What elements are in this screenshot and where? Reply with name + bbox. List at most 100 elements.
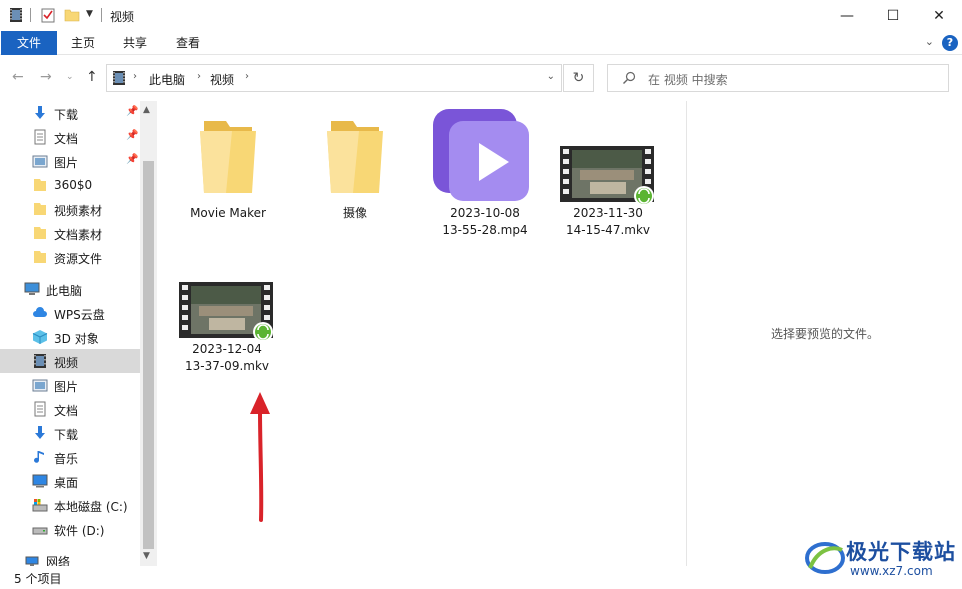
annotation-arrow-icon	[250, 392, 270, 522]
preview-pane: 选择要预览的文件。	[686, 101, 962, 566]
sidebar-item-label: 图片	[54, 380, 79, 394]
sidebar-item-label: 本地磁盘 (C:)	[54, 500, 128, 514]
sidebar-item-label: 360$0	[54, 178, 93, 192]
navigation-pane: 下载 📌 文档 📌 图片 📌 360$0 视频素材 文档素材 资源文件 此电脑 …	[0, 101, 158, 569]
forward-arrow-icon[interactable]: →	[40, 69, 52, 85]
sidebar-item-documents-pinned[interactable]: 文档 📌	[0, 125, 140, 149]
file-item-movie-maker[interactable]: Movie Maker	[170, 113, 286, 225]
search-box[interactable]: 在 视频 中搜索	[607, 64, 949, 92]
address-bar[interactable]: › 此电脑 › 视频 › ⌄	[106, 64, 562, 92]
file-item-mkv-video-1[interactable]: 2023-11-30 14-15-47.mkv	[550, 141, 666, 239]
breadcrumb-chevron-icon[interactable]: ›	[245, 71, 249, 82]
folder-icon	[34, 203, 46, 215]
folder-icon	[327, 121, 383, 193]
breadcrumb-videos[interactable]: 视频	[210, 71, 234, 88]
sidebar-item-pictures-pinned[interactable]: 图片 📌	[0, 149, 140, 173]
new-folder-icon[interactable]	[64, 7, 80, 23]
sidebar-item-wps-cloud[interactable]: WPS云盘	[0, 301, 140, 325]
ribbon-tabs: 文件 主页 共享 查看 ⌄ ?	[0, 31, 962, 55]
file-list: Movie Maker 摄像 2023-10-08 13-55-28.mp4 2…	[158, 101, 686, 566]
recent-locations-chevron-icon[interactable]: ⌄	[66, 72, 74, 82]
tab-view[interactable]: 查看	[168, 31, 208, 55]
sidebar-item-downloads[interactable]: 下载	[0, 421, 140, 445]
folder-icon	[34, 227, 46, 239]
computer-icon	[24, 282, 40, 295]
properties-icon[interactable]	[40, 7, 56, 23]
navigation-bar: ← → ⌄ ↑ › 此电脑 › 视频 › ⌄ ↻ 在 视频 中搜索	[0, 55, 962, 101]
file-name-line-2: 14-15-47.mkv	[565, 223, 651, 237]
watermark-url: www.xz7.com	[850, 564, 933, 578]
file-name-line-1: 2023-10-08	[450, 206, 520, 220]
window-title: 视频	[110, 10, 135, 24]
search-input[interactable]: 在 视频 中搜索	[648, 71, 728, 88]
sidebar-item-resource-files[interactable]: 资源文件	[0, 245, 140, 269]
cube-icon	[32, 330, 48, 344]
breadcrumb-this-pc[interactable]: 此电脑	[149, 71, 185, 88]
sidebar-item-videos[interactable]: 视频	[0, 349, 140, 373]
back-arrow-icon[interactable]: ←	[12, 69, 24, 85]
sidebar-item-this-pc[interactable]: 此电脑	[0, 277, 140, 301]
pin-icon[interactable]: 📌	[126, 154, 138, 165]
file-item-mp4-video[interactable]: 2023-10-08 13-55-28.mp4	[427, 107, 543, 239]
document-icon	[34, 129, 46, 145]
watermark: 极光下载站 www.xz7.com	[804, 536, 960, 582]
video-folder-icon	[10, 8, 22, 22]
preview-message: 选择要预览的文件。	[770, 327, 879, 341]
scroll-down-arrow-icon[interactable]: ▼	[143, 551, 150, 561]
sidebar-item-documents[interactable]: 文档	[0, 397, 140, 421]
file-name-line-1: 2023-12-04	[192, 342, 262, 356]
sidebar-item-3d-objects[interactable]: 3D 对象	[0, 325, 140, 349]
tab-file[interactable]: 文件	[1, 31, 57, 55]
search-icon	[623, 71, 636, 84]
sidebar-item-document-materials[interactable]: 文档素材	[0, 221, 140, 245]
scroll-up-arrow-icon[interactable]: ▲	[143, 105, 150, 115]
file-name: 摄像	[342, 206, 367, 220]
refresh-icon[interactable]: ↻	[563, 64, 594, 92]
sidebar-item-label: 视频	[54, 356, 79, 370]
sidebar-item-drive-c[interactable]: 本地磁盘 (C:)	[0, 493, 140, 517]
watermark-text: 极光下载站	[846, 540, 956, 564]
sidebar-item-music[interactable]: 音乐	[0, 445, 140, 469]
document-icon	[34, 401, 46, 417]
sidebar-item-label: 此电脑	[46, 284, 83, 298]
sidebar-item-drive-d[interactable]: 软件 (D:)	[0, 517, 140, 541]
quick-access-toolbar-dropdown[interactable]: ▼	[86, 9, 93, 19]
help-icon[interactable]: ?	[942, 35, 958, 51]
sidebar-item-pictures[interactable]: 图片	[0, 373, 140, 397]
sidebar-item-label: 图片	[54, 156, 79, 170]
video-thumbnail-icon	[560, 146, 654, 206]
file-item-camera[interactable]: 摄像	[297, 113, 413, 225]
pin-icon[interactable]: 📌	[126, 130, 138, 141]
maximize-button[interactable]: ☐	[870, 0, 916, 31]
video-folder-icon	[113, 71, 125, 85]
breadcrumb-chevron-icon[interactable]: ›	[133, 71, 137, 82]
picture-icon	[32, 379, 48, 392]
sidebar-item-label: 音乐	[54, 452, 79, 466]
music-icon	[34, 451, 44, 463]
sidebar-item-label: WPS云盘	[54, 308, 105, 322]
video-thumbnail-icon	[179, 282, 273, 342]
expand-ribbon-chevron-icon[interactable]: ⌄	[925, 35, 934, 48]
file-item-mkv-video-2[interactable]: 2023-12-04 13-37-09.mkv	[169, 277, 285, 375]
cloud-icon	[33, 307, 47, 317]
tab-home[interactable]: 主页	[63, 31, 103, 55]
toolbar-separator	[30, 8, 31, 22]
download-icon	[35, 106, 45, 119]
minimize-button[interactable]: —	[824, 0, 870, 31]
sidebar-item-video-materials[interactable]: 视频素材	[0, 197, 140, 221]
sidebar-item-desktop[interactable]: 桌面	[0, 469, 140, 493]
sidebar-item-folder-360[interactable]: 360$0	[0, 173, 140, 197]
sidebar-item-downloads-pinned[interactable]: 下载 📌	[0, 101, 140, 125]
desktop-icon	[32, 474, 48, 488]
sidebar-scrollbar-thumb[interactable]	[143, 161, 154, 549]
sidebar-item-label: 视频素材	[54, 204, 103, 218]
toolbar-separator	[101, 8, 102, 22]
tab-share[interactable]: 共享	[115, 31, 155, 55]
breadcrumb-chevron-icon[interactable]: ›	[197, 71, 201, 82]
up-arrow-icon[interactable]: ↑	[86, 69, 98, 85]
address-dropdown-chevron-icon[interactable]: ⌄	[547, 71, 555, 82]
close-button[interactable]: ✕	[916, 0, 962, 31]
sidebar-item-label: 3D 对象	[54, 332, 99, 346]
pin-icon[interactable]: 📌	[126, 106, 138, 117]
file-name-line-1: 2023-11-30	[573, 206, 643, 220]
